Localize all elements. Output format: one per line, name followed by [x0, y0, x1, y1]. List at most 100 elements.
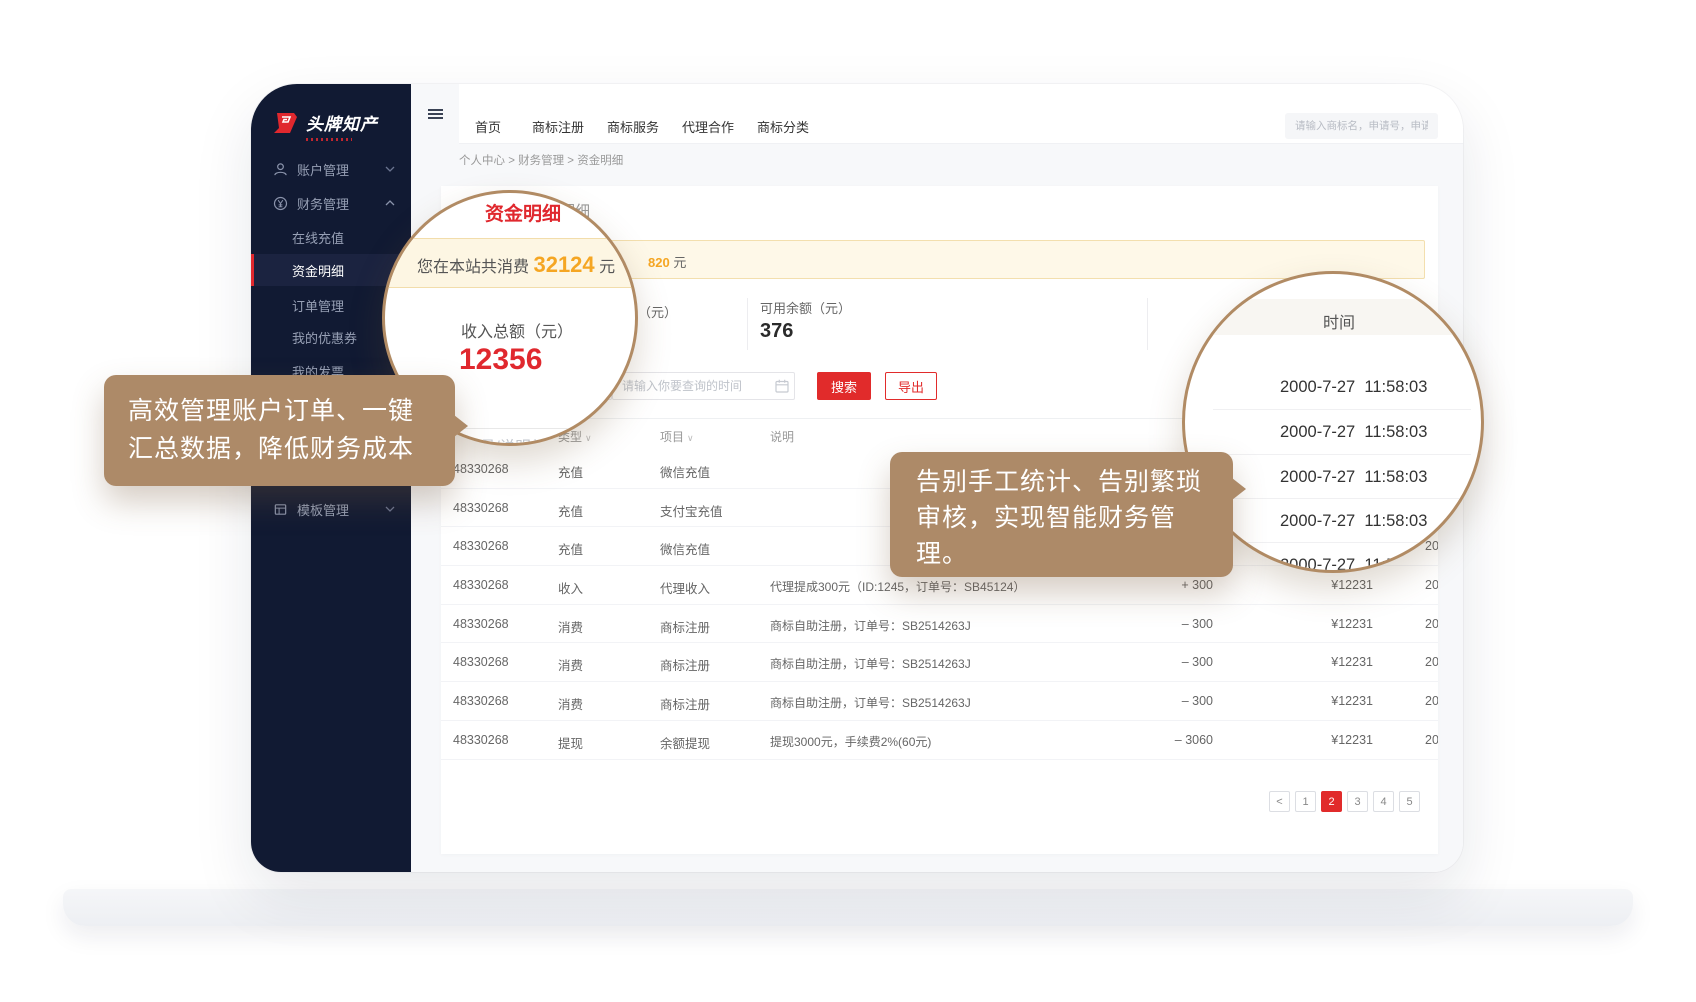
- header-project[interactable]: 项目∨: [660, 428, 694, 445]
- pagination: < 1 2 3 4 5: [1269, 791, 1420, 812]
- table-row[interactable]: 48330268 消费 商标注册 商标自助注册，订单号：SB2514263J –…: [441, 643, 1438, 682]
- magnified-time-row: 2000-7-27 11:58:03: [1280, 468, 1427, 487]
- cell-amount: – 3060: [1113, 733, 1213, 747]
- cell-order-no: 48330268: [453, 578, 509, 592]
- tab-agent-coop[interactable]: 代理合作: [682, 117, 734, 136]
- banner-amount-fragment: 820 元: [648, 252, 686, 271]
- cell-type: 充值: [558, 462, 583, 481]
- search-button[interactable]: 搜索: [817, 372, 871, 400]
- cell-project: 微信充值: [660, 539, 710, 558]
- banner-unit: 元: [673, 255, 686, 270]
- sort-caret-icon: ∨: [687, 433, 694, 443]
- cell-amount: + 300: [1113, 578, 1213, 592]
- sidebar-item-template[interactable]: 模板管理: [251, 494, 411, 524]
- row-separator: [1213, 542, 1471, 543]
- sidebar-item-label: 订单管理: [292, 296, 344, 315]
- chevron-down-icon: [385, 166, 395, 172]
- callout-line: 高效管理账户订单、一键: [128, 392, 431, 430]
- cell-project: 代理收入: [660, 578, 710, 597]
- chevron-up-icon: [385, 200, 395, 206]
- finance-icon: [273, 196, 288, 211]
- magnified-time-row: 2000-7-27 11:58:03: [1280, 512, 1427, 531]
- search-input[interactable]: [1285, 113, 1438, 139]
- pagination-prev-button[interactable]: <: [1269, 791, 1290, 812]
- tab-trademark-register[interactable]: 商标注册: [532, 117, 584, 136]
- magnified-time-row: 2000-7-27 11:58:03: [1280, 378, 1427, 397]
- cell-time: 2000-7-27 11:58:03: [1425, 655, 1438, 669]
- table-row[interactable]: 48330268 提现 余额提现 提现3000元，手续费2%(60元) – 30…: [441, 721, 1438, 760]
- pagination-page-2-active[interactable]: 2: [1321, 791, 1342, 812]
- magnified-banner-text: 您在本站共消费 32124 元: [417, 252, 615, 278]
- cell-amount: – 300: [1113, 655, 1213, 669]
- cell-type: 消费: [558, 694, 583, 713]
- cell-project: 余额提现: [660, 733, 710, 752]
- pagination-page-4[interactable]: 4: [1373, 791, 1394, 812]
- cell-order-no: 48330268: [453, 539, 509, 553]
- sidebar-item-label: 模板管理: [297, 500, 349, 519]
- callout-line: 审核，实现智能财务管: [916, 500, 1207, 536]
- cell-description: 提现3000元，手续费2%(60元): [770, 733, 931, 750]
- header-description: 说明: [770, 428, 794, 445]
- cell-order-no: 48330268: [453, 501, 509, 515]
- callout-arrow: [454, 415, 468, 437]
- cell-balance: ¥12231: [1273, 733, 1373, 747]
- hamburger-icon: [428, 107, 443, 121]
- chevron-down-icon: [385, 506, 395, 512]
- calendar-icon[interactable]: [775, 379, 789, 393]
- cell-order-no: 48330268: [453, 694, 509, 708]
- cell-order-no: 48330268: [453, 655, 509, 669]
- logo-icon: [273, 112, 299, 134]
- export-button[interactable]: 导出: [885, 372, 937, 400]
- cell-description: 商标自助注册，订单号：SB2514263J: [770, 617, 971, 634]
- sidebar-item-label: 我的优惠券: [292, 328, 357, 347]
- tab-trademark-class[interactable]: 商标分类: [757, 117, 809, 136]
- pagination-page-1[interactable]: 1: [1295, 791, 1316, 812]
- cell-time: 2000-7-27 11:58:03: [1425, 578, 1438, 592]
- callout-line: 告别手工统计、告别繁琐: [916, 464, 1207, 500]
- cell-description: 代理提成300元（ID:1245，订单号：SB45124）: [770, 578, 1025, 595]
- page: 头牌知产 账户管理 财务管理 在线充值 资金明细: [0, 0, 1696, 1002]
- cell-balance: ¥12231: [1273, 617, 1373, 631]
- cell-time: 2000-7-27 11:58:03: [1425, 733, 1438, 747]
- table-row[interactable]: 48330268 消费 商标注册 商标自助注册，订单号：SB2514263J –…: [441, 682, 1438, 721]
- cell-type: 收入: [558, 578, 583, 597]
- cell-description: 商标自助注册，订单号：SB2514263J: [770, 694, 971, 711]
- cell-balance: ¥12231: [1273, 694, 1373, 708]
- cell-type: 消费: [558, 617, 583, 636]
- table-row[interactable]: 48330268 消费 商标注册 商标自助注册，订单号：SB2514263J –…: [441, 605, 1438, 644]
- row-separator: [1213, 454, 1471, 455]
- cell-project: 微信充值: [660, 462, 710, 481]
- logo-tagline: [306, 138, 352, 141]
- row-separator: [1213, 498, 1471, 499]
- laptop-base: [63, 889, 1633, 926]
- cell-type: 提现: [558, 733, 583, 752]
- row-separator: [1213, 409, 1471, 410]
- stat-divider: [747, 298, 748, 350]
- magnified-banner: 您在本站共消费 32124 元: [382, 238, 638, 288]
- pagination-page-3[interactable]: 3: [1347, 791, 1368, 812]
- callout-arrow: [1232, 478, 1246, 500]
- banner-amount: 820: [648, 255, 670, 270]
- user-icon: [273, 162, 288, 177]
- sidebar-item-finance[interactable]: 财务管理: [251, 188, 411, 218]
- magnified-income-label: 收入总额（元）: [461, 318, 573, 342]
- date-input[interactable]: [612, 372, 795, 400]
- cell-type: 充值: [558, 501, 583, 520]
- tab-home[interactable]: 首页: [475, 117, 501, 136]
- cell-amount: – 300: [1113, 694, 1213, 708]
- magnified-tab-fragment: 资金明细: [485, 199, 561, 226]
- callout-line: 理。: [916, 536, 1207, 572]
- tab-trademark-service[interactable]: 商标服务: [607, 117, 659, 136]
- sort-caret-icon: ∨: [585, 433, 592, 443]
- cell-order-no: 48330268: [453, 733, 509, 747]
- logo[interactable]: 头牌知产: [273, 110, 378, 135]
- template-icon: [273, 502, 288, 517]
- magnified-time-header: 时间: [1323, 309, 1355, 333]
- pagination-page-5[interactable]: 5: [1399, 791, 1420, 812]
- cell-time: 2000-7-27 11:58:03: [1425, 617, 1438, 631]
- cell-description: 商标自助注册，订单号：SB2514263J: [770, 655, 971, 672]
- magnified-income-value: 12356: [459, 343, 542, 377]
- sidebar-item-account[interactable]: 账户管理: [251, 154, 411, 184]
- cell-order-no: 48330268: [453, 462, 509, 476]
- menu-toggle-button[interactable]: [411, 84, 459, 144]
